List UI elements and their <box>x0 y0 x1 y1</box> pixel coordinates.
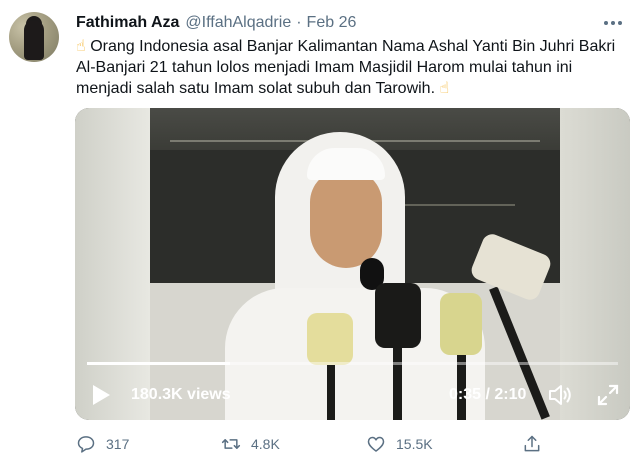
tweet-header: Fathimah Aza @IffahAlqadrie · Feb 26 <box>76 12 356 34</box>
tweet-body: Orang Indonesia asal Banjar Kalimantan N… <box>76 38 616 97</box>
video-time: 0:35 / 2:10 <box>449 386 527 403</box>
share-button[interactable] <box>522 430 542 458</box>
video-progress-fill <box>87 362 231 365</box>
tweet-text: ☝ Orang Indonesia asal Banjar Kalimantan… <box>76 36 626 99</box>
fullscreen-icon[interactable] <box>595 382 621 408</box>
mic-1 <box>307 313 353 365</box>
tweet-date[interactable]: Feb 26 <box>307 14 357 32</box>
retweet-count: 4.8K <box>251 436 280 452</box>
tweet[interactable]: Fathimah Aza @IffahAlqadrie · Feb 26 ☝ O… <box>0 0 640 463</box>
avatar-figure <box>24 20 44 60</box>
more-horizontal-icon[interactable] <box>602 12 624 34</box>
scene-face <box>310 170 382 268</box>
heart-icon <box>367 436 385 452</box>
reply-button[interactable]: 317 <box>76 430 129 458</box>
like-button[interactable]: 15.5K <box>366 430 433 458</box>
mic-2 <box>375 283 421 348</box>
reply-count: 317 <box>106 436 130 452</box>
video-progress-bar[interactable] <box>87 362 618 365</box>
scene-cap <box>307 148 385 180</box>
video-player[interactable]: 180.3K views 0:35 / 2:10 <box>75 108 630 420</box>
scene-wall-left <box>75 108 150 420</box>
mic-3 <box>440 293 482 355</box>
pointing-up-emoji: ☝ <box>76 38 86 55</box>
scene-wall-right <box>560 108 630 420</box>
play-icon[interactable] <box>91 384 111 406</box>
author-name[interactable]: Fathimah Aza <box>76 14 179 32</box>
author-handle[interactable]: @IffahAlqadrie <box>185 14 291 32</box>
view-count: 180.3K views <box>131 386 231 403</box>
scene-calligraphy-2 <box>405 178 515 206</box>
retweet-button[interactable]: 4.8K <box>221 430 280 458</box>
reply-icon <box>77 436 95 453</box>
separator-dot: · <box>296 14 302 31</box>
pointing-up-emoji-end: ☝ <box>439 80 450 97</box>
like-count: 15.5K <box>396 436 433 452</box>
share-icon <box>524 435 540 452</box>
video-frame <box>75 108 630 420</box>
retweet-icon <box>221 439 241 449</box>
video-controls: 180.3K views 0:35 / 2:10 <box>75 376 630 416</box>
avatar[interactable] <box>9 12 59 62</box>
tweet-actions: 317 4.8K 15.5K <box>76 430 616 458</box>
volume-icon[interactable] <box>547 382 573 408</box>
